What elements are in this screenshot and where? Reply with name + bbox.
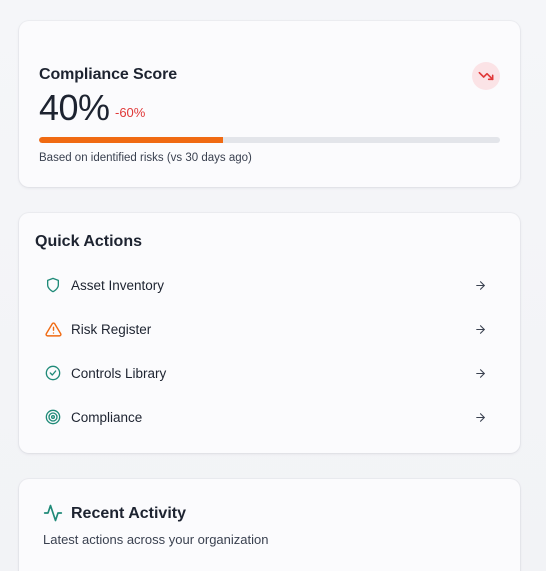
trending-down-icon [478, 71, 494, 81]
compliance-score-title: Compliance Score [39, 66, 178, 83]
quick-action-compliance[interactable]: Compliance [35, 399, 504, 435]
compliance-progress-fill [39, 137, 224, 143]
compliance-score-caption: Based on identified risks (vs 30 days ag… [39, 152, 252, 164]
arrow-right-icon [472, 409, 488, 425]
quick-actions-card: Quick Actions Asset Inventory Risk Regis… [19, 213, 520, 453]
trend-badge [472, 62, 500, 90]
compliance-score-value: 40% [39, 87, 110, 128]
quick-action-controls-library[interactable]: Controls Library [35, 355, 504, 391]
quick-action-label: Compliance [71, 409, 143, 425]
dashboard-page: Compliance Score 40% -60% Based on ident… [0, 0, 546, 571]
compliance-score-delta: -60% [115, 105, 146, 120]
arrow-right-icon [472, 321, 488, 337]
target-icon [43, 407, 63, 427]
recent-activity-title: Recent Activity [71, 505, 186, 522]
arrow-right-icon [472, 277, 488, 293]
check-circle-icon [43, 363, 63, 383]
quick-action-label: Controls Library [71, 365, 167, 381]
quick-action-asset-inventory[interactable]: Asset Inventory [35, 267, 504, 303]
arrow-right-icon [472, 365, 488, 381]
compliance-progress-bar [39, 137, 500, 143]
quick-action-label: Risk Register [71, 321, 152, 337]
recent-activity-card: Recent Activity Latest actions across yo… [19, 479, 520, 571]
compliance-score-card: Compliance Score 40% -60% Based on ident… [19, 21, 520, 187]
quick-actions-title: Quick Actions [35, 233, 142, 250]
quick-action-label: Asset Inventory [71, 277, 165, 293]
shield-icon [43, 275, 63, 295]
activity-icon [43, 503, 63, 523]
recent-activity-subtitle: Latest actions across your organization [43, 532, 269, 547]
quick-action-risk-register[interactable]: Risk Register [35, 311, 504, 347]
alert-triangle-icon [43, 319, 63, 339]
